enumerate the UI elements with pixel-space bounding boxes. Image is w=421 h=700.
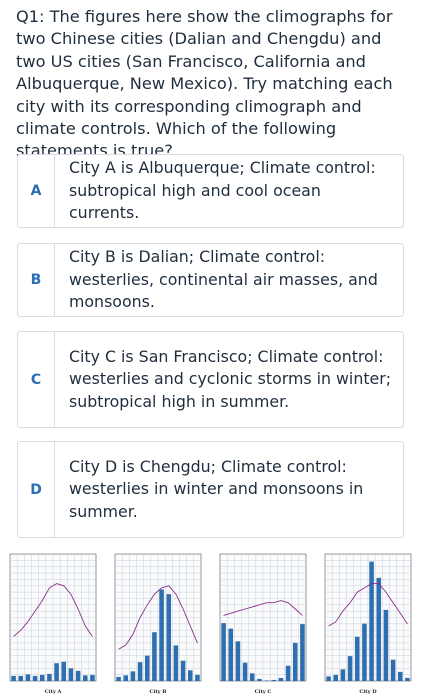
option-b[interactable]: B City B is Dalian; Climate control: wes… — [17, 243, 404, 317]
precip-bar — [235, 641, 241, 681]
precip-bar — [47, 673, 52, 681]
precip-bar — [397, 671, 403, 681]
climographs: City A City B City C City D — [9, 553, 412, 695]
precip-bar — [333, 674, 339, 681]
precip-bar — [242, 662, 248, 681]
precip-bar — [347, 656, 353, 681]
option-d[interactable]: D City D is Chengdu; Climate control: we… — [17, 441, 404, 538]
precip-bar — [137, 662, 143, 681]
option-letter: D — [18, 442, 55, 537]
precip-bar — [390, 659, 396, 681]
precip-bar — [166, 594, 172, 681]
precip-bar — [257, 678, 262, 681]
precip-bar — [362, 623, 367, 681]
precip-bar — [369, 561, 374, 681]
precip-bar — [187, 670, 193, 681]
precip-bar — [18, 675, 24, 681]
precip-bar — [249, 673, 255, 681]
chart-title: City D — [359, 689, 377, 695]
precip-bar — [340, 669, 346, 681]
precip-bar — [354, 636, 360, 681]
precip-bar — [39, 674, 45, 681]
precip-bar — [221, 623, 226, 681]
option-letter: B — [18, 244, 55, 316]
precip-bar — [271, 679, 277, 681]
precip-bar — [32, 675, 38, 681]
chart-title: City A — [45, 689, 62, 695]
option-letter: A — [18, 155, 55, 227]
option-text: City D is Chengdu; Climate control: west… — [69, 456, 364, 521]
precip-bar — [68, 668, 74, 681]
precip-bar — [159, 589, 164, 681]
precip-bar — [61, 661, 67, 681]
option-text: City B is Dalian; Climate control: weste… — [69, 247, 378, 312]
option-letter: C — [18, 332, 55, 427]
precip-bar — [123, 675, 129, 681]
precip-bar — [405, 677, 410, 681]
question-text: Q1: The figures here show the climograph… — [16, 7, 393, 161]
chart-title: City B — [149, 689, 166, 695]
precip-bar — [376, 577, 382, 681]
precip-bar — [173, 645, 179, 681]
precip-bar — [383, 609, 389, 681]
precip-bar — [326, 676, 331, 681]
option-text: City C is San Francisco; Climate control… — [69, 346, 392, 411]
option-a[interactable]: A City A is Albuquerque; Climate control… — [17, 154, 404, 228]
precip-bar — [144, 655, 150, 681]
precip-bar — [152, 632, 157, 681]
precip-bar — [292, 642, 298, 681]
chart-title: City C — [255, 689, 272, 695]
precip-bar — [285, 665, 291, 681]
precip-bar — [54, 663, 59, 681]
precip-bar — [228, 628, 234, 681]
option-c[interactable]: C City C is San Francisco; Climate contr… — [17, 331, 404, 428]
precip-bar — [130, 671, 136, 681]
precip-bar — [180, 660, 186, 681]
precip-bar — [11, 675, 16, 681]
precip-bar — [25, 674, 31, 681]
precip-bar — [82, 675, 88, 681]
precip-bar — [75, 670, 81, 681]
precip-bar — [300, 624, 305, 681]
precip-bar — [116, 676, 121, 681]
precip-bar — [195, 674, 200, 681]
precip-bar — [278, 677, 284, 681]
precip-bar — [264, 680, 269, 681]
option-text: City A is Albuquerque; Climate control: … — [69, 158, 376, 223]
precip-bar — [90, 674, 95, 681]
